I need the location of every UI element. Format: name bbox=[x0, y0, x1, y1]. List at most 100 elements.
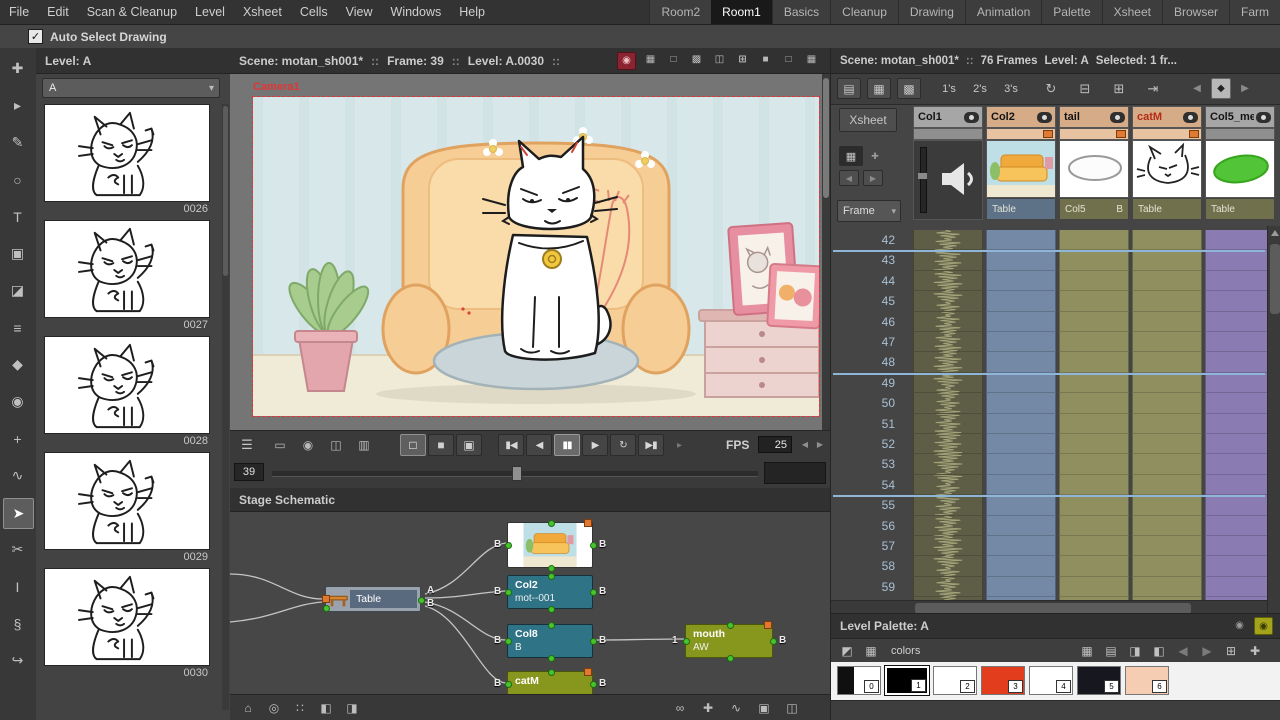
xsheet-cell[interactable] bbox=[1205, 291, 1275, 312]
schematic-node-col8[interactable]: Col8 B B B bbox=[494, 622, 606, 662]
palette-swatch-1[interactable]: 1 bbox=[884, 665, 930, 696]
xsheet-cell[interactable] bbox=[986, 576, 1056, 598]
table-port-square[interactable] bbox=[322, 595, 330, 603]
new-page-icon[interactable]: ⊞ bbox=[1221, 641, 1241, 660]
compare-icon[interactable]: ◫ bbox=[324, 435, 348, 455]
palette-lock-icon[interactable]: ◉ bbox=[1254, 617, 1273, 635]
clapper-icon[interactable]: ▭ bbox=[268, 435, 292, 455]
column-filter-strip[interactable] bbox=[986, 128, 1056, 140]
3d-view-toggle[interactable]: ■ bbox=[428, 434, 454, 456]
column-parent-bar[interactable]: Table bbox=[1205, 198, 1275, 220]
xsheet-cell[interactable] bbox=[1132, 495, 1202, 516]
port-dot[interactable] bbox=[590, 542, 597, 549]
reframe-icon[interactable]: ↻ bbox=[1039, 78, 1063, 99]
xsheet-cell[interactable] bbox=[986, 352, 1056, 373]
xsheet-cell[interactable] bbox=[1205, 311, 1275, 332]
xsheet-cell[interactable] bbox=[1132, 332, 1202, 353]
schematic-node-thumbnail[interactable]: BB bbox=[494, 519, 606, 572]
skeleton-tool[interactable]: § bbox=[3, 609, 32, 638]
xsheet-cell[interactable] bbox=[913, 290, 983, 314]
frame-field[interactable]: 39 bbox=[234, 463, 264, 481]
xsheet-cell[interactable] bbox=[1059, 372, 1129, 394]
port-dot[interactable] bbox=[505, 638, 512, 645]
xsheet-cell[interactable] bbox=[913, 576, 983, 599]
level-combo[interactable]: A ▾ bbox=[42, 78, 220, 98]
selection-tool[interactable]: ▸ bbox=[3, 91, 32, 120]
geometric-tool[interactable]: ○ bbox=[3, 165, 32, 194]
schematic-node-col2[interactable]: Col2 mot--001 B B bbox=[494, 573, 606, 613]
menu-windows[interactable]: Windows bbox=[382, 0, 451, 24]
freeze-icon[interactable]: ⊞ bbox=[734, 52, 751, 68]
column-header-tail[interactable]: tail bbox=[1059, 106, 1129, 128]
xsheet-cell[interactable] bbox=[913, 372, 983, 395]
new-node-icon[interactable]: ✚ bbox=[698, 698, 718, 718]
column-filter-strip[interactable] bbox=[913, 128, 983, 140]
xsheet-cell[interactable] bbox=[1059, 291, 1129, 312]
palette-swatch-4[interactable]: 4 bbox=[1029, 666, 1073, 695]
schematic-node-catm[interactable]: catM B B bbox=[494, 668, 606, 694]
animate-tool[interactable]: ✚ bbox=[3, 54, 32, 83]
xsheet-cell[interactable] bbox=[1059, 495, 1129, 516]
room-tab-animation[interactable]: Animation bbox=[964, 0, 1042, 24]
eye-icon[interactable] bbox=[1256, 112, 1271, 123]
xsheet-cell[interactable] bbox=[1059, 413, 1129, 434]
black-bg-icon[interactable]: ■ bbox=[757, 52, 774, 68]
xsheet-cell[interactable] bbox=[1205, 393, 1275, 414]
preview-toggle-icon[interactable]: ◉ bbox=[617, 51, 636, 70]
fps-increment-button[interactable]: ▶ bbox=[813, 436, 827, 453]
xsheet-cell[interactable] bbox=[1132, 230, 1202, 251]
xsheet-cell[interactable] bbox=[1059, 311, 1129, 332]
xsheet-cell[interactable] bbox=[1059, 454, 1129, 475]
histogram-icon[interactable]: ▥ bbox=[352, 435, 376, 455]
port-dot[interactable] bbox=[548, 573, 555, 580]
key-icon[interactable]: ◆ bbox=[1211, 78, 1231, 99]
xsheet-cell[interactable] bbox=[1205, 536, 1275, 557]
xsheet-cell[interactable] bbox=[1059, 270, 1129, 292]
level-strip-item[interactable]: 0026 bbox=[44, 104, 210, 218]
port-dot[interactable] bbox=[590, 589, 597, 596]
xsheet-cell[interactable] bbox=[913, 474, 983, 497]
palette-swatch-2[interactable]: 2 bbox=[933, 666, 977, 695]
xsheet-cell[interactable] bbox=[986, 413, 1056, 434]
fps-field[interactable]: 25 bbox=[758, 436, 792, 453]
playbar-menu-icon[interactable]: ☰ bbox=[236, 435, 258, 455]
xsheet-cell[interactable] bbox=[1132, 372, 1202, 394]
xsheet-cell[interactable] bbox=[986, 495, 1056, 516]
3d-view-icon[interactable]: ▩ bbox=[688, 52, 705, 68]
save-palette-icon[interactable]: ◨ bbox=[1125, 641, 1145, 660]
volume-slider-track[interactable] bbox=[920, 147, 927, 213]
xsheet-cell[interactable] bbox=[1132, 311, 1202, 332]
xsheet-cell[interactable] bbox=[986, 250, 1056, 271]
viewer-viewport[interactable]: Camera1 bbox=[230, 74, 830, 430]
play-button[interactable]: ▶ bbox=[582, 434, 608, 456]
tape-tool[interactable]: ≡ bbox=[3, 313, 32, 342]
port-dot[interactable] bbox=[548, 606, 555, 613]
level-strip-item[interactable]: 0028 bbox=[44, 336, 210, 450]
next-page-icon[interactable]: ▶ bbox=[1197, 641, 1217, 660]
xsheet-cell[interactable] bbox=[986, 393, 1056, 414]
camera-view-toggle[interactable]: ▣ bbox=[456, 434, 482, 456]
cutter-tool[interactable]: ✂ bbox=[3, 535, 32, 564]
minimize-nodes-icon[interactable]: ◧ bbox=[316, 698, 336, 718]
column-thumbnail[interactable] bbox=[1205, 140, 1275, 198]
room-tab-farm[interactable]: Farm bbox=[1229, 0, 1280, 24]
snapshot-icon[interactable]: ◉ bbox=[296, 435, 320, 455]
xsheet-cell[interactable] bbox=[1205, 576, 1275, 598]
xsheet-cell[interactable] bbox=[1132, 556, 1202, 577]
xsheet-cell[interactable] bbox=[986, 311, 1056, 332]
node-option-square[interactable] bbox=[584, 519, 592, 527]
pause-button[interactable]: ▮▮ bbox=[554, 434, 580, 456]
xsheet-cell[interactable] bbox=[1132, 352, 1202, 373]
prev-camera-button[interactable]: ◀ bbox=[839, 170, 859, 186]
camera-view-icon[interactable]: ◫ bbox=[711, 52, 728, 68]
column-header-col1[interactable]: Col1 bbox=[913, 106, 983, 128]
column-filter-strip[interactable] bbox=[1205, 128, 1275, 140]
new-vector-level-icon[interactable]: ▤ bbox=[837, 78, 861, 99]
xsheet-cell[interactable] bbox=[913, 249, 983, 273]
column-filter-strip[interactable] bbox=[1132, 128, 1202, 140]
next-camera-button[interactable]: ▶ bbox=[863, 170, 883, 186]
column-filter-color[interactable] bbox=[1189, 130, 1199, 138]
port-dot[interactable] bbox=[505, 681, 512, 688]
level-strip-item[interactable]: 0029 bbox=[44, 452, 210, 566]
fill-tool[interactable]: ▣ bbox=[3, 239, 32, 268]
